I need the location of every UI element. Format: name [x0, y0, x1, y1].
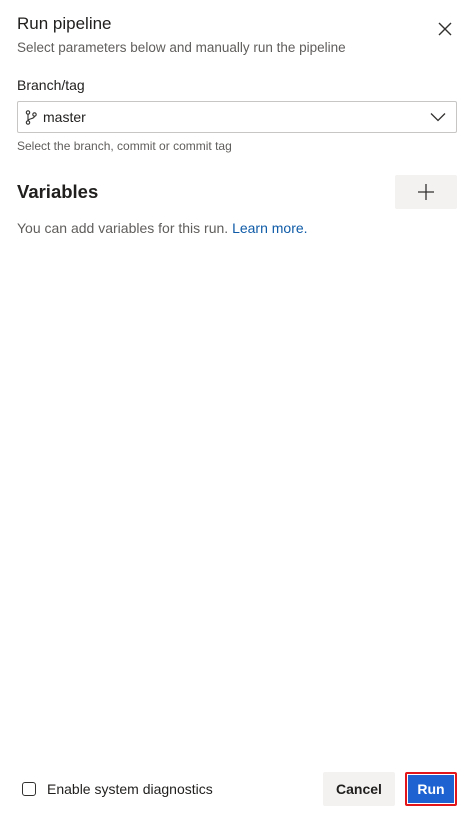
system-diagnostics-label: Enable system diagnostics [47, 781, 213, 797]
close-icon [438, 22, 452, 36]
run-pipeline-panel: Run pipeline Select parameters below and… [0, 0, 472, 817]
run-button[interactable]: Run [405, 772, 457, 806]
chevron-down-icon [429, 108, 447, 126]
system-diagnostics-checkbox[interactable] [22, 782, 36, 796]
learn-more-link[interactable]: Learn more. [232, 220, 307, 236]
branch-tag-value: master [43, 109, 86, 125]
cancel-button[interactable]: Cancel [323, 772, 395, 806]
git-branch-icon [24, 109, 38, 125]
variables-description: You can add variables for this run. Lear… [17, 219, 308, 237]
branch-tag-label: Branch/tag [17, 77, 85, 93]
add-variable-button[interactable] [395, 175, 457, 209]
panel-subtitle: Select parameters below and manually run… [17, 40, 346, 55]
close-button[interactable] [434, 18, 456, 40]
branch-tag-helper-text: Select the branch, commit or commit tag [17, 139, 232, 153]
plus-icon [418, 184, 434, 200]
branch-tag-dropdown[interactable]: master [17, 101, 457, 133]
variables-heading: Variables [17, 181, 99, 202]
panel-header: Run pipeline Select parameters below and… [17, 13, 455, 57]
variables-description-text: You can add variables for this run. [17, 220, 229, 236]
system-diagnostics-toggle[interactable]: Enable system diagnostics [22, 781, 213, 797]
panel-title: Run pipeline [17, 14, 112, 33]
